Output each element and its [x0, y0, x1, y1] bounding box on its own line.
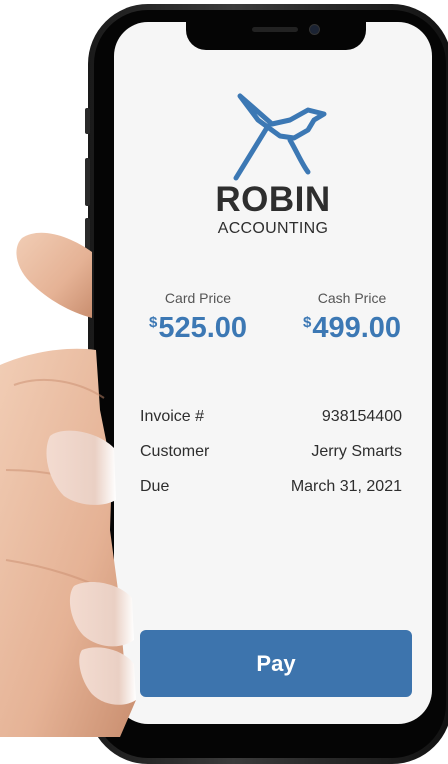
brand-name: ROBIN — [215, 180, 331, 219]
card-price-label: Card Price — [164, 290, 232, 306]
cash-price-currency: $ — [302, 314, 312, 331]
invoice-row: Invoice # 938154400 — [140, 408, 402, 426]
cash-price-amount: 499.00 — [312, 312, 402, 344]
due-value: March 31, 2021 — [290, 478, 402, 495]
card-price: Card Price $525.00 — [128, 290, 268, 345]
card-price-currency: $ — [148, 314, 158, 331]
invoice-value: 938154400 — [321, 408, 402, 425]
front-camera — [310, 25, 319, 34]
phone-screen: ROBIN ACCOUNTING Card Price $525.00 Cash… — [114, 22, 432, 724]
speaker-grille — [252, 27, 298, 32]
phone-volume-up — [85, 158, 90, 206]
customer-label: Customer — [140, 443, 210, 460]
phone-notch — [186, 22, 366, 50]
phone-silent-switch — [85, 108, 90, 134]
robin-bird-icon — [233, 93, 327, 181]
brand-subtitle: ACCOUNTING — [217, 220, 329, 237]
cash-price: Cash Price $499.00 — [282, 290, 422, 345]
phone-volume-down — [85, 218, 90, 266]
due-row: Due March 31, 2021 — [140, 478, 402, 496]
card-price-amount: 525.00 — [158, 312, 248, 344]
pay-button[interactable]: Pay — [140, 630, 412, 697]
cash-price-label: Cash Price — [317, 290, 387, 306]
cash-price-value: $499.00 — [282, 312, 422, 345]
invoice-label: Invoice # — [140, 408, 205, 425]
customer-row: Customer Jerry Smarts — [140, 443, 402, 461]
card-price-value: $525.00 — [128, 312, 268, 345]
customer-value: Jerry Smarts — [311, 443, 402, 460]
due-label: Due — [140, 478, 170, 495]
